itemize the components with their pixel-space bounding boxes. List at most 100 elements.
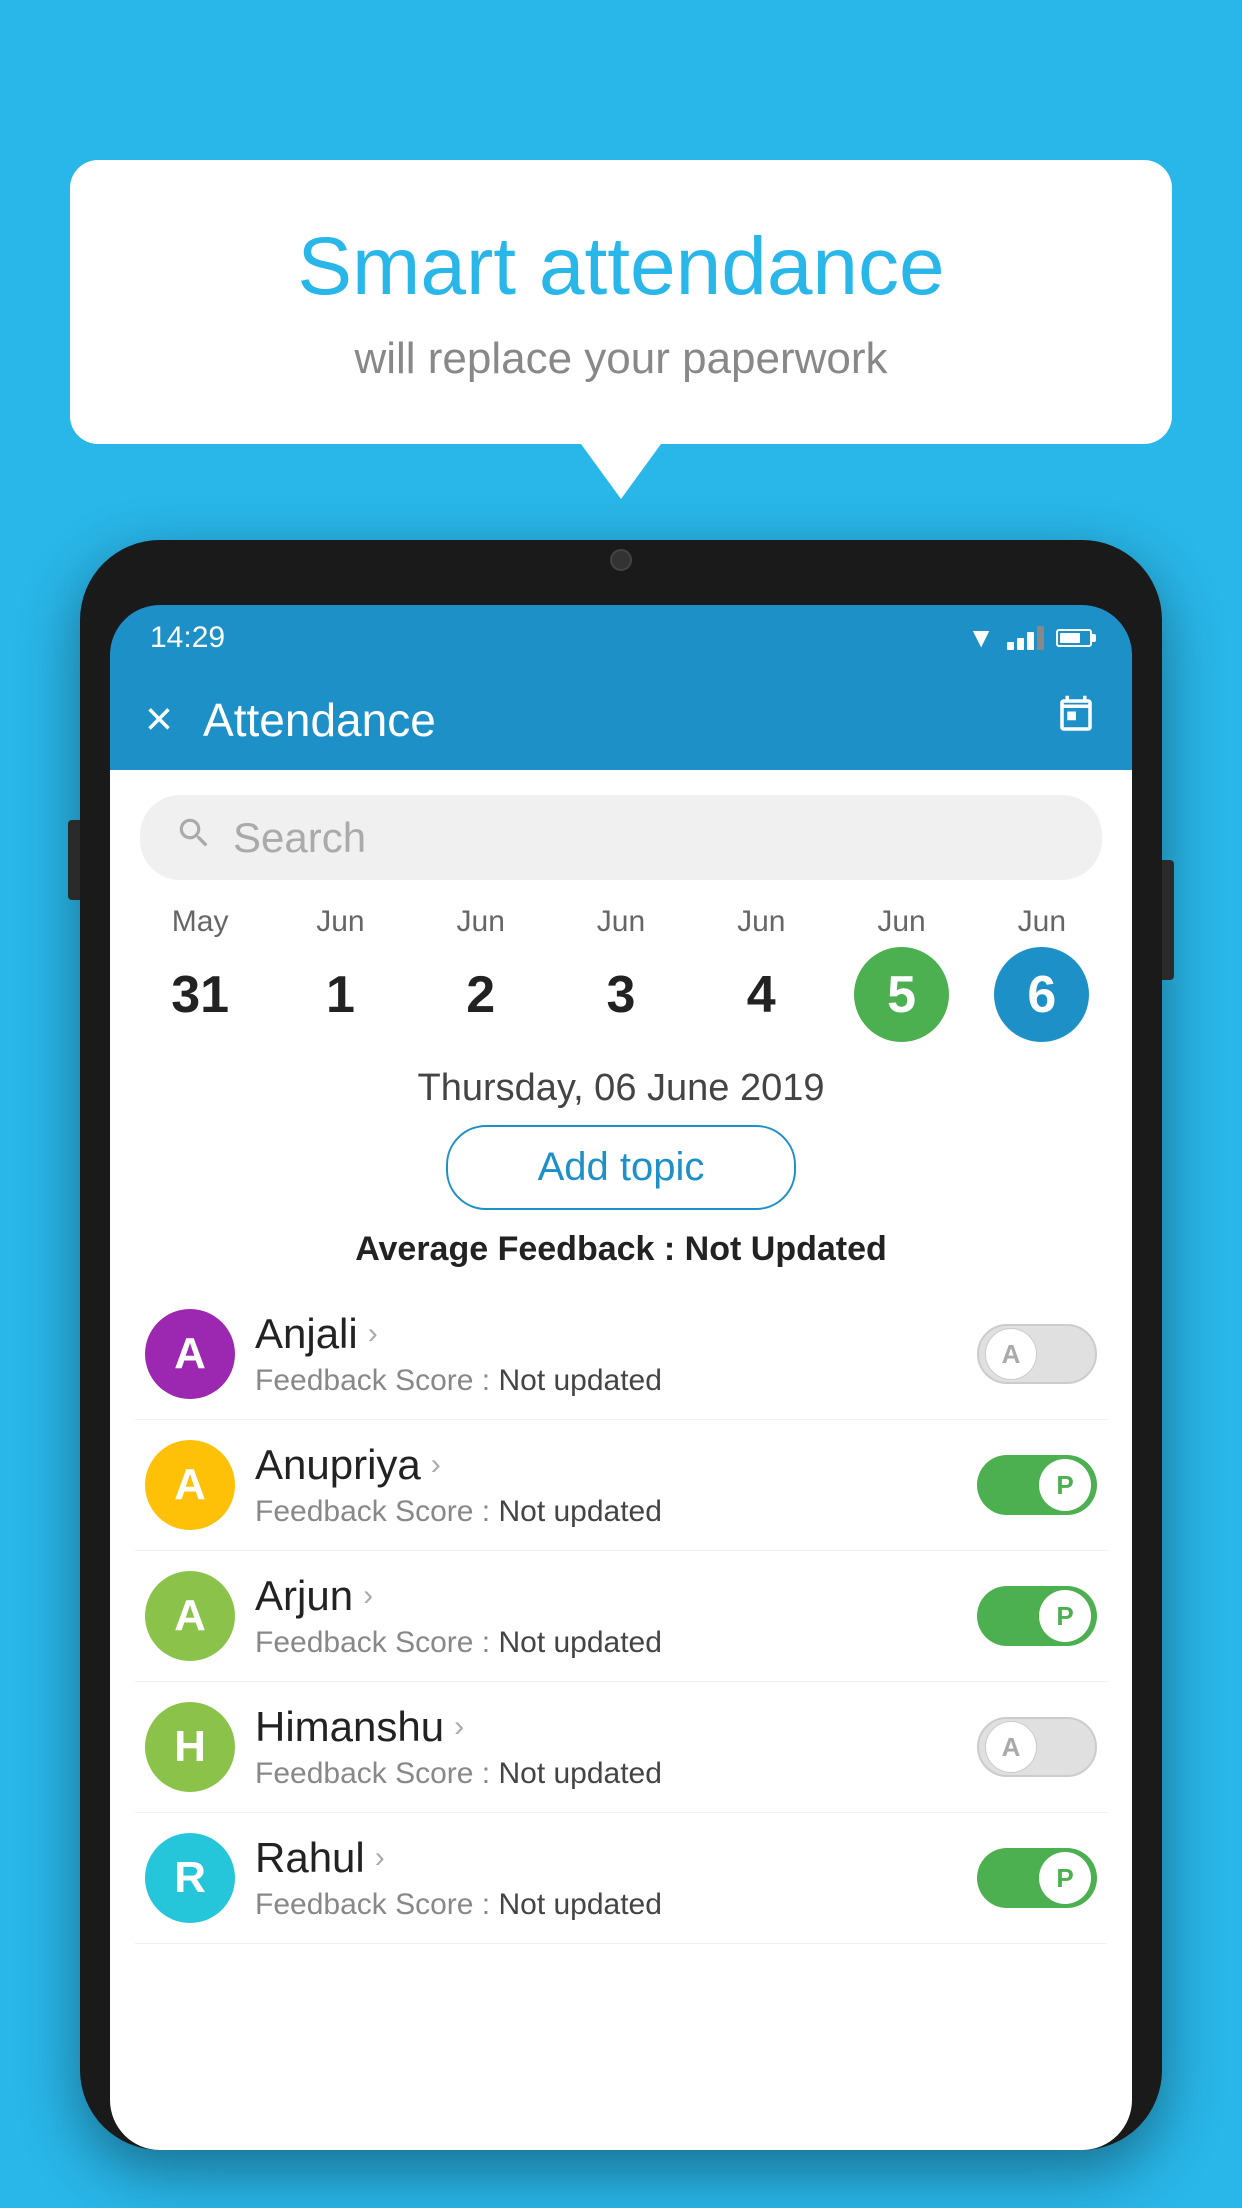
calendar-day[interactable]: Jun 6	[972, 905, 1112, 1042]
student-feedback: Feedback Score : Not updated	[255, 1364, 957, 1398]
signal-bar-4	[1037, 626, 1044, 650]
cal-num[interactable]: 5	[854, 947, 949, 1042]
chevron-icon: ›	[431, 1448, 441, 1482]
screen-content: Search May 31 Jun 1 Jun 2 Jun 3 Jun 4 Jun 5 Jun 6 Thu…	[110, 770, 1132, 2150]
status-icons: ▼	[967, 622, 1092, 654]
phone-container: 14:29 ▼ × Attendance	[80, 540, 1162, 2208]
selected-date: Thursday, 06 June 2019	[110, 1067, 1132, 1110]
attendance-toggle[interactable]: A	[977, 1324, 1097, 1384]
calendar-day[interactable]: Jun 1	[270, 905, 410, 1042]
avg-feedback-label: Average Feedback :	[355, 1230, 684, 1268]
cal-month: Jun	[737, 905, 785, 939]
cal-num[interactable]: 31	[153, 947, 248, 1042]
student-info: Rahul › Feedback Score : Not updated	[255, 1834, 957, 1922]
student-name: Arjun ›	[255, 1572, 957, 1620]
signal-bar-1	[1007, 642, 1014, 650]
signal-bar-2	[1017, 638, 1024, 650]
student-name: Anupriya ›	[255, 1441, 957, 1489]
cal-month: Jun	[597, 905, 645, 939]
signal-bars	[1007, 626, 1044, 650]
phone-notch	[561, 540, 681, 580]
toggle-circle: A	[985, 1721, 1037, 1773]
attendance-toggle[interactable]: A	[977, 1717, 1097, 1777]
status-time: 14:29	[150, 621, 225, 655]
attendance-toggle[interactable]: P	[977, 1848, 1097, 1908]
app-header: × Attendance	[110, 670, 1132, 770]
search-bar[interactable]: Search	[140, 795, 1102, 880]
student-item[interactable]: H Himanshu › Feedback Score : Not updated A	[135, 1682, 1107, 1813]
cal-num[interactable]: 6	[994, 947, 1089, 1042]
feedback-value: Not updated	[498, 1757, 661, 1790]
cal-num[interactable]: 4	[714, 947, 809, 1042]
student-item[interactable]: R Rahul › Feedback Score : Not updated P	[135, 1813, 1107, 1944]
toggle-circle: P	[1039, 1459, 1091, 1511]
feedback-value: Not updated	[498, 1364, 661, 1397]
calendar-day[interactable]: Jun 5	[831, 905, 971, 1042]
speech-bubble-subtitle: will replace your paperwork	[130, 334, 1112, 384]
close-button[interactable]: ×	[145, 696, 173, 744]
toggle-circle: P	[1039, 1852, 1091, 1904]
student-avatar: A	[145, 1440, 235, 1530]
student-item[interactable]: A Anupriya › Feedback Score : Not updated P	[135, 1420, 1107, 1551]
cal-month: Jun	[877, 905, 925, 939]
student-avatar: A	[145, 1309, 235, 1399]
student-name: Himanshu ›	[255, 1703, 957, 1751]
student-info: Arjun › Feedback Score : Not updated	[255, 1572, 957, 1660]
wifi-icon: ▼	[967, 622, 995, 654]
speech-bubble: Smart attendance will replace your paper…	[70, 160, 1172, 444]
chevron-icon: ›	[454, 1710, 464, 1744]
notch-area	[80, 540, 1162, 620]
cal-month: Jun	[1018, 905, 1066, 939]
attendance-toggle[interactable]: P	[977, 1586, 1097, 1646]
student-feedback: Feedback Score : Not updated	[255, 1888, 957, 1922]
student-avatar: R	[145, 1833, 235, 1923]
calendar-day[interactable]: Jun 3	[551, 905, 691, 1042]
feedback-value: Not updated	[498, 1626, 661, 1659]
student-list: AAnjali ›Feedback Score : Not updatedAAA…	[110, 1289, 1132, 1944]
calendar-day[interactable]: Jun 4	[691, 905, 831, 1042]
student-info: Anjali › Feedback Score : Not updated	[255, 1310, 957, 1398]
student-info: Anupriya › Feedback Score : Not updated	[255, 1441, 957, 1529]
student-item[interactable]: A Arjun › Feedback Score : Not updated P	[135, 1551, 1107, 1682]
student-feedback: Feedback Score : Not updated	[255, 1757, 957, 1791]
toggle-circle: A	[985, 1328, 1037, 1380]
volume-button	[68, 820, 80, 900]
cal-month: Jun	[457, 905, 505, 939]
speech-bubble-title: Smart attendance	[130, 220, 1112, 314]
avg-feedback-value: Not Updated	[685, 1230, 887, 1268]
search-icon	[175, 814, 213, 862]
feedback-value: Not updated	[498, 1495, 661, 1528]
calendar-day[interactable]: Jun 2	[411, 905, 551, 1042]
add-topic-button[interactable]: Add topic	[446, 1125, 796, 1210]
calendar-day[interactable]: May 31	[130, 905, 270, 1042]
signal-bar-3	[1027, 632, 1034, 650]
calendar-icon[interactable]	[1055, 694, 1097, 746]
cal-num[interactable]: 2	[433, 947, 528, 1042]
cal-month: Jun	[316, 905, 364, 939]
chevron-icon: ›	[363, 1579, 373, 1613]
toggle-circle: P	[1039, 1590, 1091, 1642]
student-name: Rahul ›	[255, 1834, 957, 1882]
cal-num[interactable]: 1	[293, 947, 388, 1042]
student-feedback: Feedback Score : Not updated	[255, 1495, 957, 1529]
student-name: Anjali ›	[255, 1310, 957, 1358]
speech-bubble-container: Smart attendance will replace your paper…	[70, 160, 1172, 499]
chevron-icon: ›	[375, 1841, 385, 1875]
speech-bubble-tail	[581, 444, 661, 499]
student-avatar: A	[145, 1571, 235, 1661]
phone-outer: 14:29 ▼ × Attendance	[80, 540, 1162, 2150]
search-placeholder: Search	[233, 814, 366, 862]
camera-dot	[610, 549, 632, 571]
student-info: Himanshu › Feedback Score : Not updated	[255, 1703, 957, 1791]
calendar-strip: May 31 Jun 1 Jun 2 Jun 3 Jun 4 Jun 5 Jun 6	[110, 905, 1132, 1042]
header-title: Attendance	[203, 693, 1025, 747]
student-item[interactable]: A Anjali › Feedback Score : Not updated A	[135, 1289, 1107, 1420]
cal-num[interactable]: 3	[573, 947, 668, 1042]
cal-month: May	[172, 905, 229, 939]
student-avatar: H	[145, 1702, 235, 1792]
battery-icon	[1056, 629, 1092, 647]
attendance-toggle[interactable]: P	[977, 1455, 1097, 1515]
battery-fill	[1060, 633, 1080, 643]
chevron-icon: ›	[368, 1317, 378, 1351]
student-feedback: Feedback Score : Not updated	[255, 1626, 957, 1660]
